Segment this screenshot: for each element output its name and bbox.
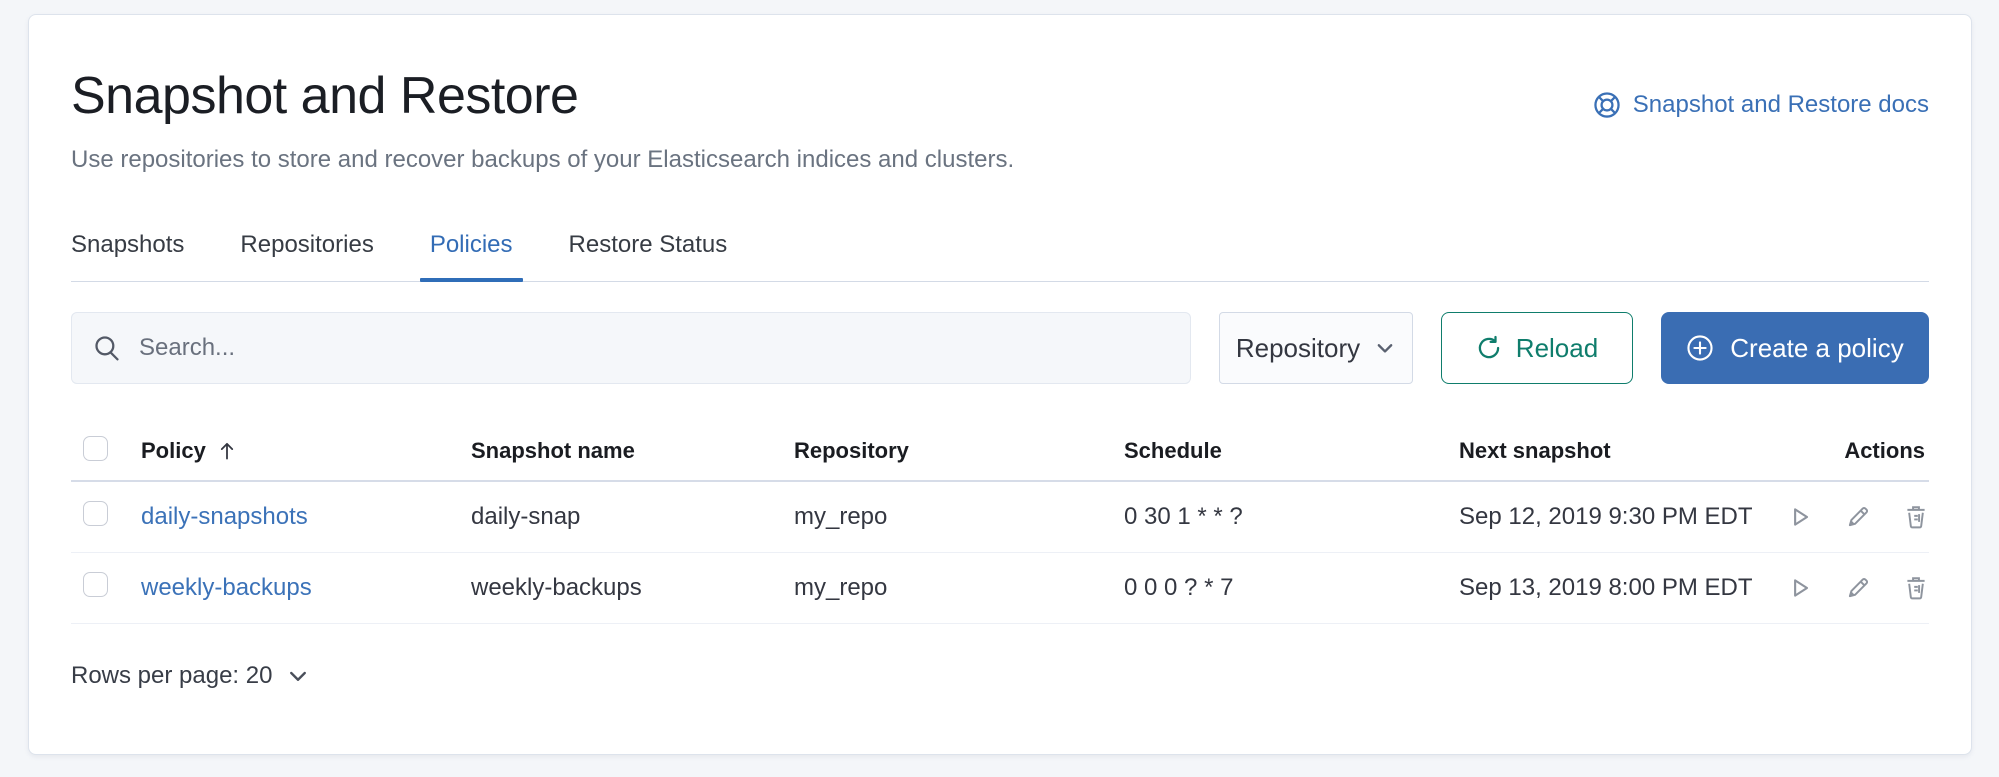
row-actions	[1787, 575, 1929, 601]
policies-table: Policy Snapshot name Repository Schedule…	[71, 422, 1929, 624]
repository-cell: my_repo	[794, 503, 1124, 531]
rows-per-page-selector[interactable]: Rows per page: 20	[71, 662, 310, 690]
toolbar: Repository Reload	[71, 312, 1929, 384]
filter-button-label: Repository	[1236, 333, 1360, 364]
schedule-cell: 0 0 0 ? * 7	[1124, 574, 1459, 602]
help-ring-icon	[1593, 91, 1621, 119]
row-actions	[1787, 504, 1929, 530]
next-snapshot-cell: Sep 13, 2019 8:00 PM EDT	[1459, 574, 1779, 602]
repository-cell: my_repo	[794, 574, 1124, 602]
policy-header-label: Policy	[141, 438, 206, 464]
tab-repositories[interactable]: Repositories	[240, 231, 373, 281]
policy-cell: daily-snapshots	[141, 503, 471, 531]
table-header-row: Policy Snapshot name Repository Schedule…	[71, 422, 1929, 482]
row-checkbox[interactable]	[83, 572, 108, 597]
snapshot-name-cell: daily-snap	[471, 503, 794, 531]
chevron-down-icon	[1374, 337, 1396, 359]
title-block: Snapshot and Restore Use repositories to…	[71, 65, 1014, 175]
edit-policy-icon[interactable]	[1845, 504, 1871, 530]
search-box[interactable]	[71, 312, 1191, 384]
column-header-policy: Policy	[141, 438, 471, 464]
row-checkbox[interactable]	[83, 501, 108, 526]
search-icon	[93, 334, 121, 362]
tab-snapshots[interactable]: Snapshots	[71, 231, 184, 281]
run-policy-icon[interactable]	[1787, 504, 1813, 530]
create-policy-button[interactable]: Create a policy	[1661, 312, 1929, 384]
actions-cell	[1779, 504, 1929, 530]
page-subtitle: Use repositories to store and recover ba…	[71, 145, 1014, 175]
page-title: Snapshot and Restore	[71, 65, 1014, 127]
docs-link[interactable]: Snapshot and Restore docs	[1593, 91, 1929, 119]
actions-cell	[1779, 575, 1929, 601]
column-header-next-snapshot[interactable]: Next snapshot	[1459, 438, 1779, 464]
rows-per-page-label: Rows per page: 20	[71, 662, 272, 690]
column-header-snapshot-name[interactable]: Snapshot name	[471, 438, 794, 464]
search-input[interactable]	[139, 334, 1169, 362]
snapshot-restore-panel: Snapshot and Restore Use repositories to…	[28, 14, 1972, 755]
chevron-down-icon	[286, 664, 310, 688]
policy-sort-header[interactable]: Policy	[141, 438, 238, 464]
sort-ascending-arrow-icon	[216, 440, 238, 462]
header-checkbox-cell	[71, 436, 141, 467]
policy-cell: weekly-backups	[141, 574, 471, 602]
page-header: Snapshot and Restore Use repositories to…	[71, 65, 1929, 175]
policy-link[interactable]: daily-snapshots	[141, 503, 308, 530]
row-checkbox-cell	[71, 501, 141, 533]
reload-button[interactable]: Reload	[1441, 312, 1633, 384]
snapshot-name-cell: weekly-backups	[471, 574, 794, 602]
table-row: weekly-backups weekly-backups my_repo 0 …	[71, 553, 1929, 624]
delete-policy-icon[interactable]	[1903, 575, 1929, 601]
docs-link-label: Snapshot and Restore docs	[1633, 91, 1929, 119]
edit-policy-icon[interactable]	[1845, 575, 1871, 601]
repository-filter-button[interactable]: Repository	[1219, 312, 1413, 384]
column-header-schedule[interactable]: Schedule	[1124, 438, 1459, 464]
plus-circle-icon	[1686, 334, 1714, 362]
column-header-repository[interactable]: Repository	[794, 438, 1124, 464]
delete-policy-icon[interactable]	[1903, 504, 1929, 530]
create-policy-button-label: Create a policy	[1730, 333, 1903, 364]
row-checkbox-cell	[71, 572, 141, 604]
refresh-icon	[1476, 335, 1502, 361]
reload-button-label: Reload	[1516, 333, 1598, 364]
select-all-checkbox[interactable]	[83, 436, 108, 461]
policy-link[interactable]: weekly-backups	[141, 574, 312, 601]
column-header-actions: Actions	[1779, 438, 1929, 464]
next-snapshot-cell: Sep 12, 2019 9:30 PM EDT	[1459, 503, 1779, 531]
schedule-cell: 0 30 1 * * ?	[1124, 503, 1459, 531]
run-policy-icon[interactable]	[1787, 575, 1813, 601]
tab-restore-status[interactable]: Restore Status	[569, 231, 728, 281]
table-row: daily-snapshots daily-snap my_repo 0 30 …	[71, 482, 1929, 553]
tab-policies[interactable]: Policies	[430, 231, 513, 281]
tab-bar: Snapshots Repositories Policies Restore …	[71, 231, 1929, 282]
